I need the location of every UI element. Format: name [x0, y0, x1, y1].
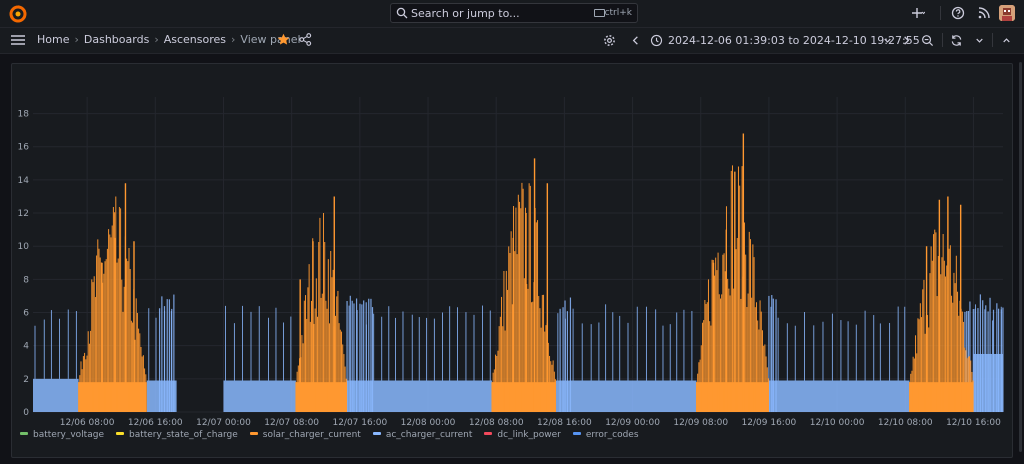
chart-legend: battery_voltage battery_state_of_charge so… [20, 430, 651, 440]
settings-gear-icon[interactable] [603, 34, 616, 47]
user-avatar[interactable] [999, 5, 1015, 21]
breadcrumb-separator: › [154, 33, 159, 46]
plus-icon[interactable] [911, 6, 925, 20]
legend-label: ac_charger_current [385, 430, 473, 440]
refresh-icon[interactable] [950, 34, 963, 47]
legend-label: battery_state_of_charge [128, 430, 238, 440]
breadcrumb-home[interactable]: Home [37, 33, 69, 46]
chevron-left-icon[interactable] [629, 34, 642, 47]
legend-item[interactable]: battery_state_of_charge [115, 430, 238, 440]
legend-item[interactable]: solar_charger_current [249, 430, 361, 440]
search-placeholder: Search or jump to... [411, 7, 520, 20]
breadcrumb-current: View panel [240, 33, 301, 46]
breadcrumb-separator: › [231, 33, 236, 46]
refresh-interval-chevron-icon[interactable] [973, 34, 986, 47]
grafana-logo-icon[interactable] [9, 5, 27, 23]
time-series-panel [11, 63, 1013, 458]
legend-swatch [249, 432, 258, 435]
legend-item[interactable]: error_codes [572, 430, 639, 440]
legend-swatch [115, 432, 124, 435]
chevron-down-icon[interactable] [881, 34, 894, 47]
legend-swatch [20, 432, 28, 435]
breadcrumb-dashboards[interactable]: Dashboards [84, 33, 149, 46]
zoom-out-icon[interactable] [921, 34, 934, 47]
legend-label: battery_voltage [33, 430, 104, 440]
legend-swatch [484, 432, 493, 435]
toolbar-divider [942, 33, 943, 47]
chevron-right-icon[interactable] [900, 34, 913, 47]
breadcrumb-ascensores[interactable]: Ascensores [164, 33, 226, 46]
help-icon[interactable] [951, 6, 965, 20]
rss-news-icon[interactable] [977, 6, 991, 20]
legend-label: error_codes [585, 430, 639, 440]
share-icon[interactable] [299, 33, 312, 46]
legend-item[interactable]: ac_charger_current [372, 430, 473, 440]
chevron-up-icon[interactable] [1000, 34, 1013, 47]
legend-label: dc_link_power [497, 430, 561, 440]
keyboard-icon [594, 9, 605, 17]
dashboard-toolbar: Home › Dashboards › Ascensores › View panel 20… [0, 28, 1024, 54]
menu-icon[interactable] [11, 35, 25, 45]
search-input[interactable]: Search or jump to... ctrl+k [390, 3, 638, 23]
breadcrumb-separator: › [74, 33, 79, 46]
clock-icon [650, 34, 663, 47]
search-icon [396, 7, 408, 19]
topbar-divider [940, 6, 941, 20]
favorite-star-icon[interactable] [277, 33, 290, 46]
avatar-icon [999, 5, 1015, 21]
legend-swatch [572, 432, 581, 435]
legend-label: solar_charger_current [262, 430, 361, 440]
legend-item[interactable]: battery_voltage [20, 430, 104, 440]
scrollbar[interactable] [1019, 62, 1022, 452]
top-nav-bar: Search or jump to... ctrl+k [0, 0, 1024, 28]
toolbar-divider [992, 33, 993, 47]
legend-item[interactable]: dc_link_power [484, 430, 561, 440]
search-shortcut: ctrl+k [604, 8, 632, 18]
legend-swatch [372, 432, 381, 435]
breadcrumb: Home › Dashboards › Ascensores › View panel [37, 33, 301, 46]
